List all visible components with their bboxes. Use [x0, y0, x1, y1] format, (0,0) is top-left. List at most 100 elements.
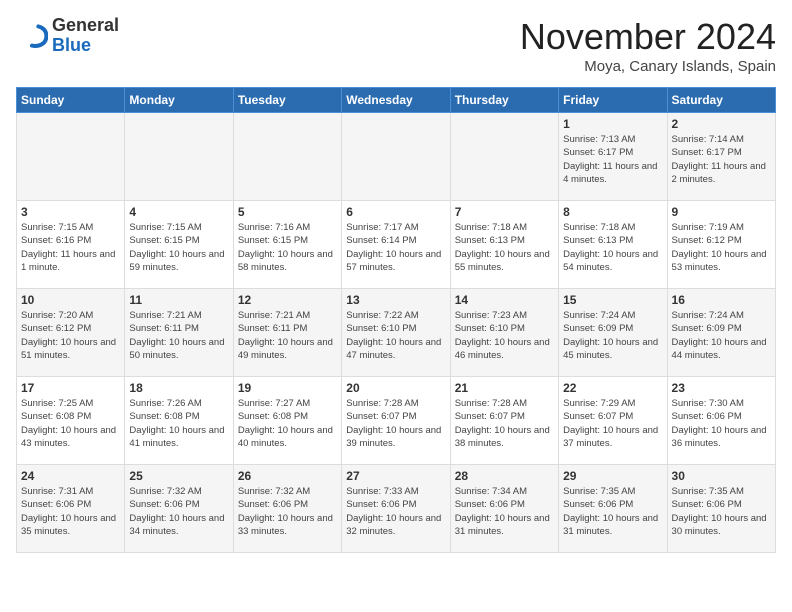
day-cell: 2 Sunrise: 7:14 AM Sunset: 6:17 PM Daylig…	[667, 113, 775, 201]
day-cell: 14 Sunrise: 7:23 AM Sunset: 6:10 PM Dayli…	[450, 289, 558, 377]
day-info: Sunrise: 7:32 AM Sunset: 6:06 PM Dayligh…	[129, 485, 228, 538]
header-friday: Friday	[559, 88, 667, 113]
day-info: Sunrise: 7:35 AM Sunset: 6:06 PM Dayligh…	[563, 485, 662, 538]
day-number: 29	[563, 469, 662, 483]
day-cell: 27 Sunrise: 7:33 AM Sunset: 6:06 PM Dayli…	[342, 465, 450, 553]
day-cell: 24 Sunrise: 7:31 AM Sunset: 6:06 PM Dayli…	[17, 465, 125, 553]
day-number: 7	[455, 205, 554, 219]
day-cell: 26 Sunrise: 7:32 AM Sunset: 6:06 PM Dayli…	[233, 465, 341, 553]
day-number: 27	[346, 469, 445, 483]
day-number: 8	[563, 205, 662, 219]
day-info: Sunrise: 7:24 AM Sunset: 6:09 PM Dayligh…	[563, 309, 662, 362]
day-info: Sunrise: 7:22 AM Sunset: 6:10 PM Dayligh…	[346, 309, 445, 362]
day-number: 13	[346, 293, 445, 307]
day-cell: 19 Sunrise: 7:27 AM Sunset: 6:08 PM Dayli…	[233, 377, 341, 465]
day-info: Sunrise: 7:19 AM Sunset: 6:12 PM Dayligh…	[672, 221, 771, 274]
calendar-header-row: SundayMondayTuesdayWednesdayThursdayFrid…	[17, 88, 776, 113]
day-info: Sunrise: 7:33 AM Sunset: 6:06 PM Dayligh…	[346, 485, 445, 538]
day-number: 5	[238, 205, 337, 219]
day-cell: 9 Sunrise: 7:19 AM Sunset: 6:12 PM Daylig…	[667, 201, 775, 289]
logo-text: General Blue	[52, 16, 119, 56]
day-number: 18	[129, 381, 228, 395]
day-number: 10	[21, 293, 120, 307]
day-cell: 17 Sunrise: 7:25 AM Sunset: 6:08 PM Dayli…	[17, 377, 125, 465]
day-number: 28	[455, 469, 554, 483]
day-info: Sunrise: 7:28 AM Sunset: 6:07 PM Dayligh…	[346, 397, 445, 450]
day-cell: 22Sunrise: 7:29 AM Sunset: 6:07 PM Dayli…	[559, 377, 667, 465]
week-row-5: 24 Sunrise: 7:31 AM Sunset: 6:06 PM Dayli…	[17, 465, 776, 553]
day-cell: 13 Sunrise: 7:22 AM Sunset: 6:10 PM Dayli…	[342, 289, 450, 377]
header-tuesday: Tuesday	[233, 88, 341, 113]
day-number: 9	[672, 205, 771, 219]
header-sunday: Sunday	[17, 88, 125, 113]
day-cell: 23Sunrise: 7:30 AM Sunset: 6:06 PM Dayli…	[667, 377, 775, 465]
day-info: Sunrise: 7:17 AM Sunset: 6:14 PM Dayligh…	[346, 221, 445, 274]
day-cell: 7Sunrise: 7:18 AM Sunset: 6:13 PM Daylig…	[450, 201, 558, 289]
week-row-3: 10Sunrise: 7:20 AM Sunset: 6:12 PM Dayli…	[17, 289, 776, 377]
day-number: 3	[21, 205, 120, 219]
day-info: Sunrise: 7:34 AM Sunset: 6:06 PM Dayligh…	[455, 485, 554, 538]
day-info: Sunrise: 7:18 AM Sunset: 6:13 PM Dayligh…	[563, 221, 662, 274]
week-row-4: 17 Sunrise: 7:25 AM Sunset: 6:08 PM Dayli…	[17, 377, 776, 465]
day-number: 24	[21, 469, 120, 483]
calendar-table: SundayMondayTuesdayWednesdayThursdayFrid…	[16, 87, 776, 553]
day-cell: 10Sunrise: 7:20 AM Sunset: 6:12 PM Dayli…	[17, 289, 125, 377]
day-cell: 30Sunrise: 7:35 AM Sunset: 6:06 PM Dayli…	[667, 465, 775, 553]
day-cell: 28 Sunrise: 7:34 AM Sunset: 6:06 PM Dayli…	[450, 465, 558, 553]
day-cell: 20 Sunrise: 7:28 AM Sunset: 6:07 PM Dayli…	[342, 377, 450, 465]
logo-icon	[16, 20, 48, 52]
header-wednesday: Wednesday	[342, 88, 450, 113]
title-block: November 2024 Moya, Canary Islands, Spai…	[520, 16, 776, 75]
day-number: 15	[563, 293, 662, 307]
logo: General Blue	[16, 16, 119, 56]
day-number: 21	[455, 381, 554, 395]
day-info: Sunrise: 7:14 AM Sunset: 6:17 PM Dayligh…	[672, 133, 771, 186]
day-cell: 3 Sunrise: 7:15 AM Sunset: 6:16 PM Daylig…	[17, 201, 125, 289]
month-title: November 2024	[520, 16, 776, 58]
day-number: 23	[672, 381, 771, 395]
day-number: 20	[346, 381, 445, 395]
day-cell: 1Sunrise: 7:13 AM Sunset: 6:17 PM Daylig…	[559, 113, 667, 201]
day-number: 12	[238, 293, 337, 307]
header-thursday: Thursday	[450, 88, 558, 113]
day-info: Sunrise: 7:35 AM Sunset: 6:06 PM Dayligh…	[672, 485, 771, 538]
logo-blue: Blue	[52, 36, 119, 56]
page-header: General Blue November 2024 Moya, Canary …	[16, 16, 776, 75]
day-info: Sunrise: 7:32 AM Sunset: 6:06 PM Dayligh…	[238, 485, 337, 538]
day-number: 25	[129, 469, 228, 483]
day-info: Sunrise: 7:15 AM Sunset: 6:16 PM Dayligh…	[21, 221, 120, 274]
day-cell: 12 Sunrise: 7:21 AM Sunset: 6:11 PM Dayli…	[233, 289, 341, 377]
day-info: Sunrise: 7:21 AM Sunset: 6:11 PM Dayligh…	[238, 309, 337, 362]
day-info: Sunrise: 7:27 AM Sunset: 6:08 PM Dayligh…	[238, 397, 337, 450]
day-number: 26	[238, 469, 337, 483]
day-number: 6	[346, 205, 445, 219]
day-info: Sunrise: 7:15 AM Sunset: 6:15 PM Dayligh…	[129, 221, 228, 274]
location: Moya, Canary Islands, Spain	[520, 58, 776, 75]
day-info: Sunrise: 7:26 AM Sunset: 6:08 PM Dayligh…	[129, 397, 228, 450]
day-cell	[17, 113, 125, 201]
header-monday: Monday	[125, 88, 233, 113]
day-cell: 5 Sunrise: 7:16 AM Sunset: 6:15 PM Daylig…	[233, 201, 341, 289]
day-info: Sunrise: 7:29 AM Sunset: 6:07 PM Dayligh…	[563, 397, 662, 450]
day-number: 4	[129, 205, 228, 219]
day-cell: 18 Sunrise: 7:26 AM Sunset: 6:08 PM Dayli…	[125, 377, 233, 465]
day-info: Sunrise: 7:25 AM Sunset: 6:08 PM Dayligh…	[21, 397, 120, 450]
day-cell: 25 Sunrise: 7:32 AM Sunset: 6:06 PM Dayli…	[125, 465, 233, 553]
day-cell: 21Sunrise: 7:28 AM Sunset: 6:07 PM Dayli…	[450, 377, 558, 465]
day-number: 2	[672, 117, 771, 131]
day-number: 17	[21, 381, 120, 395]
header-saturday: Saturday	[667, 88, 775, 113]
day-info: Sunrise: 7:31 AM Sunset: 6:06 PM Dayligh…	[21, 485, 120, 538]
day-number: 19	[238, 381, 337, 395]
day-cell: 11Sunrise: 7:21 AM Sunset: 6:11 PM Dayli…	[125, 289, 233, 377]
day-number: 14	[455, 293, 554, 307]
day-cell	[233, 113, 341, 201]
week-row-2: 3 Sunrise: 7:15 AM Sunset: 6:16 PM Daylig…	[17, 201, 776, 289]
logo-general: General	[52, 16, 119, 36]
day-info: Sunrise: 7:23 AM Sunset: 6:10 PM Dayligh…	[455, 309, 554, 362]
day-info: Sunrise: 7:16 AM Sunset: 6:15 PM Dayligh…	[238, 221, 337, 274]
day-cell	[450, 113, 558, 201]
day-cell	[125, 113, 233, 201]
day-cell	[342, 113, 450, 201]
day-cell: 29 Sunrise: 7:35 AM Sunset: 6:06 PM Dayli…	[559, 465, 667, 553]
